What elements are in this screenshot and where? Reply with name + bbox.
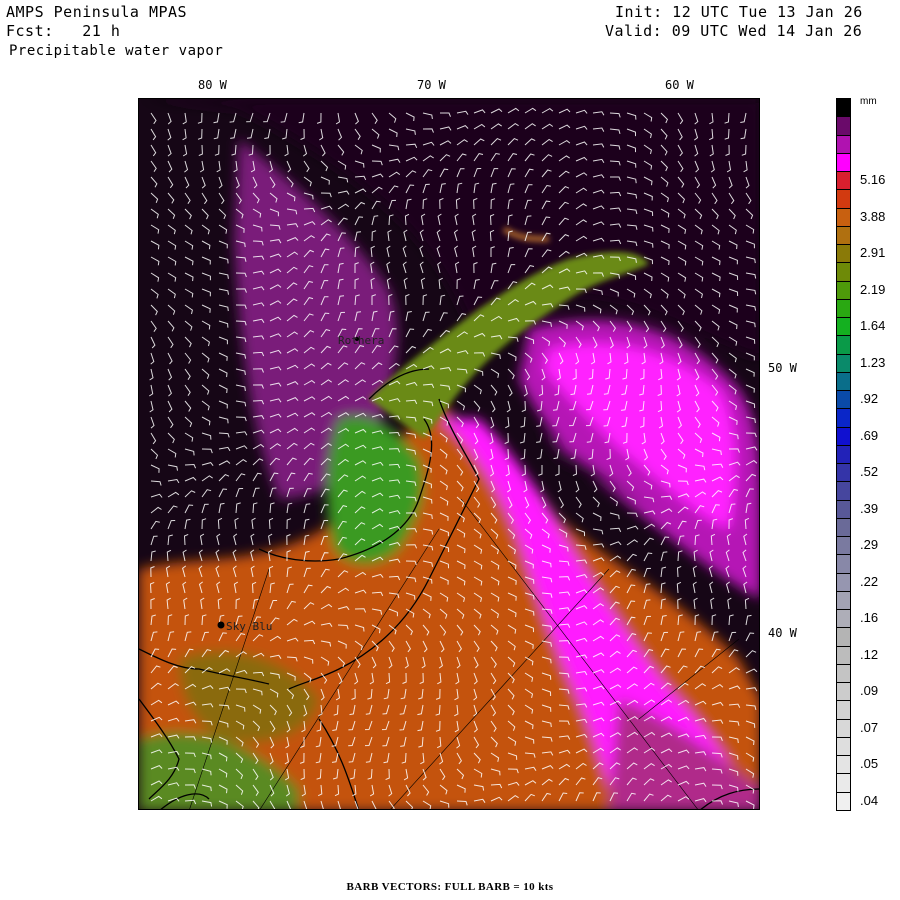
forecast-hour: Fcst: 21 h bbox=[6, 22, 121, 40]
colorbar bbox=[836, 98, 852, 811]
colorbar-swatch bbox=[836, 700, 851, 720]
colorbar-swatch bbox=[836, 517, 851, 538]
colorbar-label: .16 bbox=[860, 610, 879, 626]
colorbar-swatch bbox=[836, 645, 851, 665]
colorbar-swatch bbox=[836, 408, 851, 428]
colorbar-swatch bbox=[836, 317, 851, 337]
station-rothera: Rothera bbox=[338, 334, 384, 347]
colorbar-label: .12 bbox=[860, 646, 879, 662]
colorbar-swatch bbox=[836, 298, 851, 319]
colorbar-swatch bbox=[836, 499, 851, 519]
colorbar-swatch bbox=[836, 225, 851, 246]
colorbar-label: 1.23 bbox=[860, 354, 886, 370]
colorbar-swatch bbox=[836, 171, 851, 191]
colorbar-swatch bbox=[836, 98, 851, 118]
colorbar-swatch bbox=[836, 353, 851, 373]
colorbar-swatch bbox=[836, 280, 851, 300]
colorbar-label: .07 bbox=[860, 719, 879, 735]
colorbar-swatch bbox=[836, 718, 851, 738]
colorbar-label: 2.91 bbox=[860, 245, 886, 261]
colorbar-swatch bbox=[836, 262, 851, 282]
colorbar-swatch bbox=[836, 773, 851, 793]
model-title: AMPS Peninsula MPAS bbox=[6, 3, 188, 21]
colorbar-label: .04 bbox=[860, 792, 879, 808]
lon-label-50w: 50 W bbox=[768, 361, 797, 375]
colorbar-swatch bbox=[836, 481, 851, 501]
valid-time: Valid: 09 UTC Wed 14 Jan 26 bbox=[605, 22, 863, 40]
colorbar-swatch bbox=[836, 371, 851, 392]
station-sky-blu: Sky Blu bbox=[217, 620, 272, 633]
colorbar-swatch bbox=[836, 663, 851, 684]
colorbar-swatch bbox=[836, 207, 851, 227]
barb-legend: BARB VECTORS: FULL BARB = 10 kts bbox=[346, 881, 554, 893]
colorbar-label: 2.19 bbox=[860, 281, 886, 297]
colorbar-swatch bbox=[836, 590, 851, 611]
colorbar-swatch bbox=[836, 682, 851, 702]
colorbar-swatch bbox=[836, 189, 851, 209]
colorbar-swatch bbox=[836, 244, 851, 264]
colorbar-swatch bbox=[836, 463, 851, 483]
colorbar-label: .52 bbox=[860, 464, 879, 480]
colorbar-label: 5.16 bbox=[860, 172, 886, 188]
colorbar-swatch bbox=[836, 554, 851, 574]
init-time: Init: 12 UTC Tue 13 Jan 26 bbox=[615, 3, 863, 21]
lon-label-70w: 70 W bbox=[417, 78, 446, 92]
colorbar-swatch bbox=[836, 116, 851, 136]
colorbar-swatch bbox=[836, 536, 851, 556]
colorbar-swatch bbox=[836, 335, 851, 355]
lon-label-40w: 40 W bbox=[768, 626, 797, 640]
colorbar-swatch bbox=[836, 134, 851, 154]
colorbar-swatch bbox=[836, 572, 851, 592]
colorbar-swatch bbox=[836, 426, 851, 446]
station-label-rothera: Rothera bbox=[338, 334, 384, 347]
colorbar-label: .22 bbox=[860, 573, 879, 589]
map-panel[interactable]: Rothera Sky Blu bbox=[138, 98, 760, 810]
station-label-sky-blu: Sky Blu bbox=[226, 620, 272, 633]
colorbar-label: .29 bbox=[860, 537, 879, 553]
lon-label-60w: 60 W bbox=[665, 78, 694, 92]
lon-label-80w: 80 W bbox=[198, 78, 227, 92]
colorbar-swatch bbox=[836, 390, 851, 410]
colorbar-label: .69 bbox=[860, 427, 879, 443]
colorbar-swatch bbox=[836, 791, 851, 811]
colorbar-swatch bbox=[836, 609, 851, 629]
colorbar-label: .92 bbox=[860, 391, 879, 407]
colorbar-swatch bbox=[836, 755, 851, 775]
colorbar-label: 3.88 bbox=[860, 208, 886, 224]
colorbar-label: 1.64 bbox=[860, 318, 886, 334]
colorbar-label: .39 bbox=[860, 500, 879, 516]
map-canvas: Rothera Sky Blu bbox=[139, 99, 759, 809]
colorbar-swatch bbox=[836, 736, 851, 757]
colorbar-unit: mm bbox=[860, 96, 877, 107]
colorbar-label: .09 bbox=[860, 683, 879, 699]
colorbar-swatch bbox=[836, 627, 851, 647]
field-name: Precipitable water vapor bbox=[9, 43, 224, 59]
colorbar-swatch bbox=[836, 444, 851, 465]
colorbar-label: .05 bbox=[860, 756, 879, 772]
colorbar-swatch bbox=[836, 152, 851, 173]
